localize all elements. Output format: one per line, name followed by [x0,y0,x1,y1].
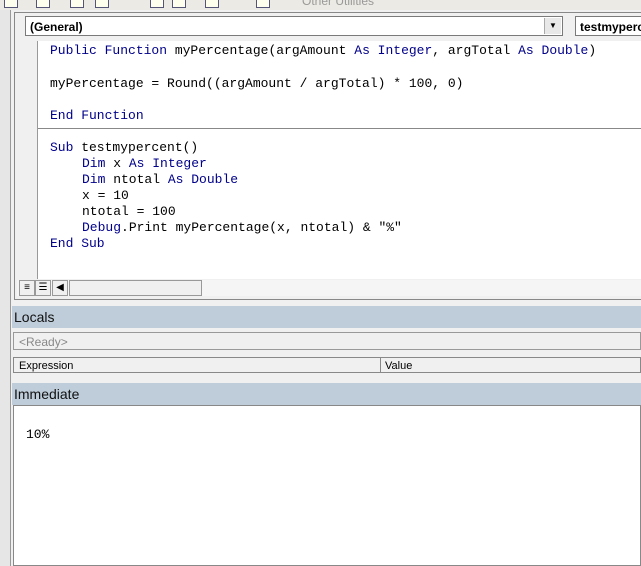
code-editor[interactable]: Public Function myPercentage(argAmount A… [37,41,641,279]
toolbar-button[interactable] [70,0,84,8]
procedure-combo[interactable]: testmyperc [575,16,641,36]
toolbar-button[interactable] [36,0,50,8]
code-line: x = 10 [82,188,129,203]
procedure-view-icon[interactable]: ≡ [19,280,35,296]
toolbar-button[interactable] [256,0,270,8]
code-line: End Sub [50,236,105,251]
full-module-view-icon[interactable]: ☰ [35,280,51,296]
other-utilities-label[interactable]: Other Utilities [302,0,374,8]
object-combo-value: (General) [30,20,83,34]
immediate-output: 10% [26,427,50,442]
scroll-left-icon[interactable]: ◀ [52,280,68,296]
procedure-combo-value: testmyperc [580,20,641,34]
bookmark-button[interactable] [150,0,164,8]
code-line: End Function [50,108,144,123]
column-value[interactable]: Value [380,358,412,372]
scroll-thumb[interactable] [69,280,202,296]
immediate-title: Immediate [12,383,641,405]
code-line: Sub testmypercent() [50,140,199,155]
code-line: ntotal = 100 [82,204,176,219]
locals-title: Locals [12,306,641,328]
toolbar-button[interactable] [4,0,18,8]
locals-header: Expression Value [13,357,641,373]
object-combo[interactable]: (General) ▼ [25,16,563,36]
bookmark-button[interactable] [172,0,186,8]
code-line: Debug.Print myPercentage(x, ntotal) & "%… [82,220,402,235]
locals-status: <Ready> [13,332,641,350]
horizontal-scrollbar[interactable]: ≡ ☰ ◀ [17,280,641,296]
toolbar-button[interactable] [205,0,219,8]
toolbar: Other Utilities [0,0,641,10]
code-line: Public Function myPercentage(argAmount A… [50,43,597,58]
code-line: Dim ntotal As Double [82,172,239,187]
procedure-separator [38,128,641,129]
code-window: (General) ▼ testmyperc Public Function my… [14,12,641,300]
code-line: myPercentage = Round((argAmount / argTot… [50,76,464,91]
chevron-down-icon[interactable]: ▼ [544,18,561,34]
column-expression[interactable]: Expression [19,358,73,374]
project-pane-edge [0,10,11,566]
immediate-window[interactable]: 10% [13,405,641,566]
toolbar-button[interactable] [95,0,109,8]
code-line: Dim x As Integer [82,156,207,171]
